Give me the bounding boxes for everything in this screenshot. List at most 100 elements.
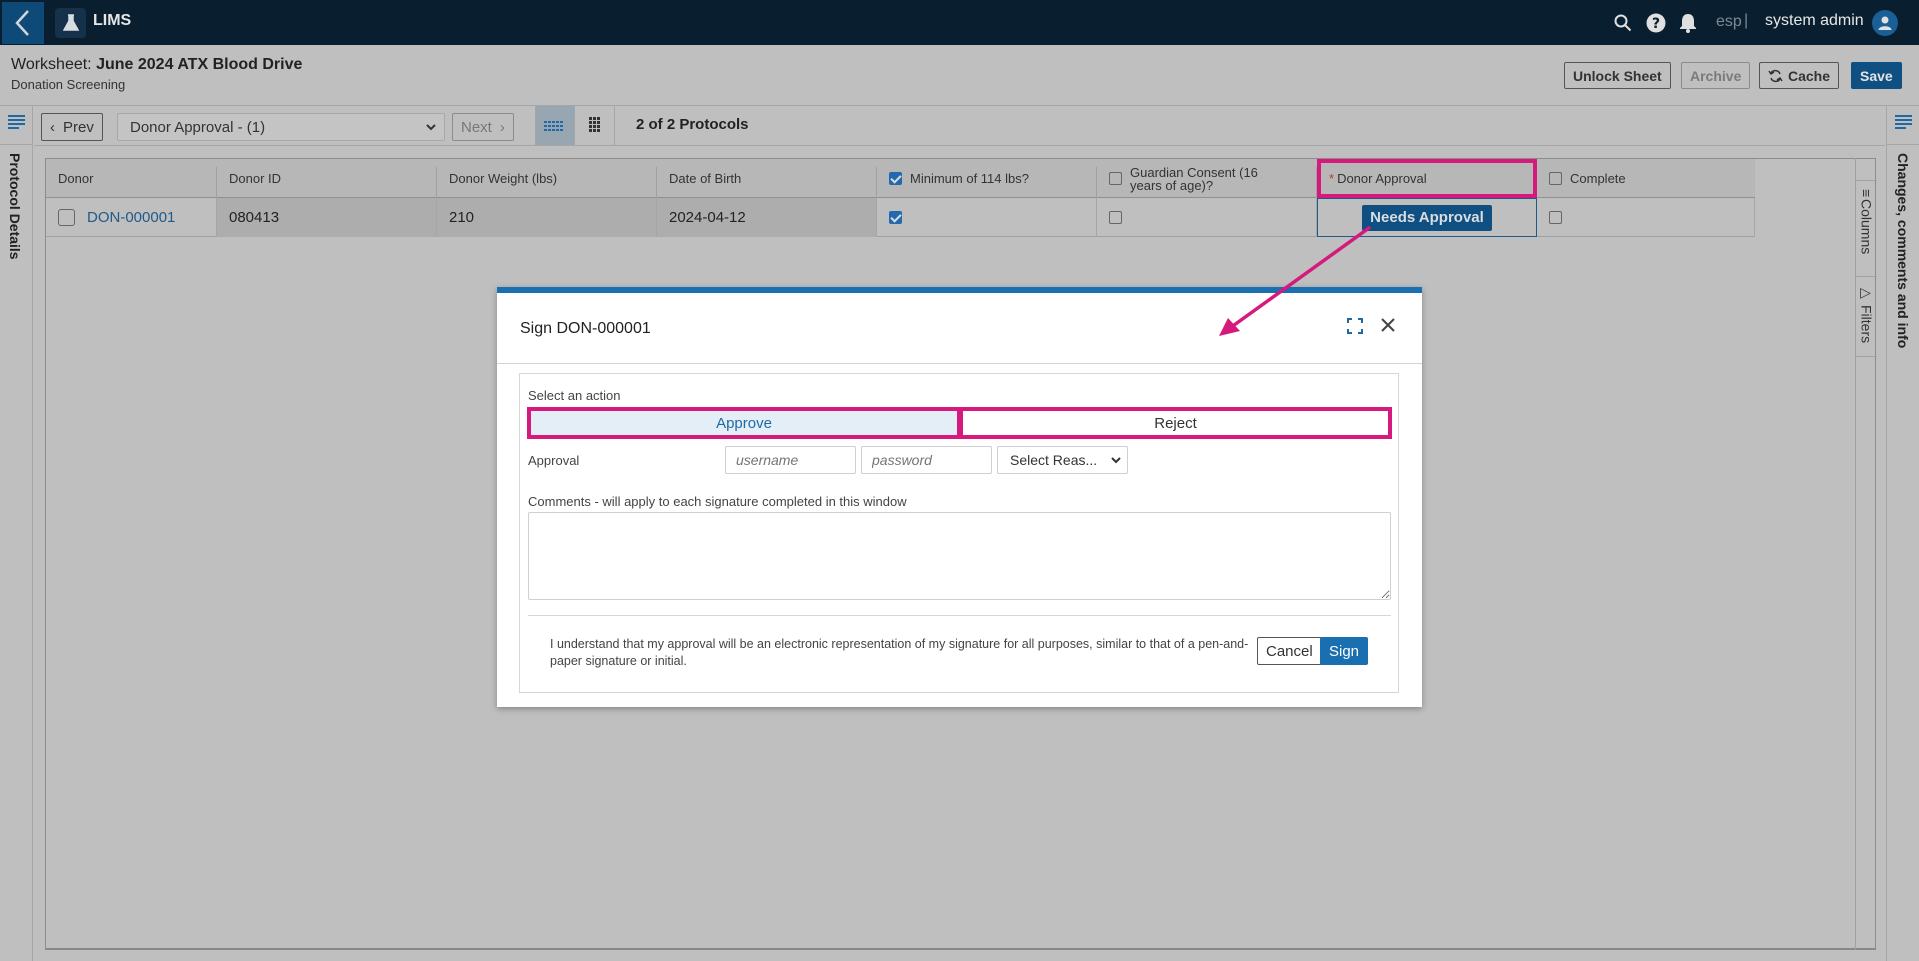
cancel-button[interactable]: Cancel bbox=[1257, 637, 1322, 665]
column-label: Complete bbox=[1570, 171, 1626, 186]
username-input[interactable] bbox=[725, 446, 856, 474]
bell-icon bbox=[1680, 14, 1696, 33]
grid-view-button[interactable] bbox=[535, 106, 575, 145]
minimum-114-checkbox[interactable] bbox=[889, 211, 902, 224]
protocol-details-rail: Protocol Details bbox=[0, 106, 33, 961]
column-header-donor[interactable]: Donor bbox=[46, 159, 216, 198]
prev-label: Prev bbox=[63, 118, 94, 136]
password-input[interactable] bbox=[861, 446, 992, 474]
unlock-sheet-button[interactable]: Unlock Sheet bbox=[1564, 62, 1671, 89]
column-header-dob[interactable]: Date of Birth bbox=[657, 159, 876, 198]
avatar[interactable] bbox=[1872, 10, 1898, 36]
page-title: Worksheet: June 2024 ATX Blood Drive bbox=[11, 56, 302, 74]
cell-donor-approval: Needs Approval bbox=[1317, 198, 1537, 237]
cell-complete bbox=[1537, 198, 1755, 237]
comments-label: Comments - will apply to each signature … bbox=[528, 494, 907, 509]
filters-tab[interactable]: ▷ Filters bbox=[1856, 276, 1877, 356]
reason-select[interactable]: Select Reas... bbox=[997, 446, 1128, 474]
signature-form: Select an action Approve Reject Approval… bbox=[519, 373, 1399, 693]
column-label: Guardian Consent (16 years of age)? bbox=[1130, 164, 1258, 193]
cell-donor-weight: 210 bbox=[437, 198, 657, 237]
form-divider bbox=[528, 615, 1391, 616]
back-button[interactable] bbox=[2, 2, 44, 44]
expand-icon[interactable] bbox=[1347, 318, 1363, 334]
cell-guardian-consent bbox=[1097, 198, 1317, 237]
chevron-left-icon: ‹ bbox=[50, 118, 55, 136]
complete-checkbox[interactable] bbox=[1549, 211, 1562, 224]
worksheet-label: Worksheet: bbox=[11, 56, 97, 73]
column-label: Donor Weight (lbs) bbox=[449, 171, 558, 186]
column-label: Donor bbox=[58, 171, 94, 186]
reason-select-value: Select Reas... bbox=[1010, 452, 1098, 468]
protocol-select[interactable]: Donor Approval - (1) bbox=[117, 113, 445, 141]
columns-tab[interactable]: ≡ Columns bbox=[1856, 180, 1877, 276]
archive-button[interactable]: Archive bbox=[1681, 62, 1751, 89]
next-button[interactable]: Next › bbox=[452, 113, 514, 141]
protocol-details-tab[interactable]: Protocol Details bbox=[7, 153, 23, 260]
columns-tab-label: Columns bbox=[1858, 199, 1875, 255]
svg-text:?: ? bbox=[1652, 16, 1660, 32]
chevron-down-icon bbox=[1111, 456, 1121, 463]
chevron-down-icon bbox=[426, 123, 436, 130]
app-title: LIMS bbox=[93, 12, 132, 29]
vertical-view-button[interactable] bbox=[575, 106, 615, 145]
side-tab-divider bbox=[1856, 356, 1877, 365]
worksheet-name: June 2024 ATX Blood Drive bbox=[96, 56, 303, 73]
approve-button[interactable]: Approve bbox=[527, 407, 961, 439]
menu-lines-icon[interactable] bbox=[8, 114, 26, 130]
search-button[interactable] bbox=[1612, 12, 1634, 34]
search-icon bbox=[1614, 14, 1632, 32]
sign-button[interactable]: Sign bbox=[1320, 637, 1369, 665]
column-header-complete[interactable]: Complete bbox=[1537, 159, 1755, 198]
refresh-icon bbox=[1768, 69, 1783, 82]
row-select-checkbox[interactable] bbox=[58, 209, 75, 226]
select-all-complete-checkbox[interactable] bbox=[1549, 172, 1562, 185]
next-label: Next bbox=[461, 118, 492, 136]
reject-button[interactable]: Reject bbox=[959, 407, 1392, 439]
comments-textarea[interactable] bbox=[528, 512, 1391, 600]
user-avatar-icon bbox=[1878, 16, 1892, 30]
vertical-grid-icon bbox=[588, 116, 600, 132]
dialog-title: Sign DON-000001 bbox=[520, 320, 651, 337]
highlight-annotation-header bbox=[1317, 159, 1537, 198]
guardian-consent-checkbox[interactable] bbox=[1109, 211, 1122, 224]
prev-button[interactable]: ‹ Prev bbox=[41, 113, 103, 141]
donor-link[interactable]: DON-000001 bbox=[87, 209, 175, 226]
dialog-divider bbox=[497, 363, 1422, 364]
column-header-guardian-consent[interactable]: Guardian Consent (16 years of age)? bbox=[1097, 159, 1316, 198]
grid-side-tabs: ≡ Columns ▷ Filters bbox=[1855, 158, 1877, 950]
user-name[interactable]: system admin bbox=[1765, 12, 1864, 30]
notifications-button[interactable] bbox=[1677, 12, 1699, 34]
menu-lines-icon[interactable] bbox=[1895, 114, 1913, 130]
changes-comments-info-tab[interactable]: Changes, comments and info bbox=[1895, 153, 1911, 348]
table-row: DON-000001 080413 210 2024-04-12 Needs A… bbox=[46, 198, 1755, 237]
protocol-count: 2 of 2 Protocols bbox=[636, 116, 749, 133]
column-header-donor-id[interactable]: Donor ID bbox=[217, 159, 436, 198]
needs-approval-button[interactable]: Needs Approval bbox=[1362, 204, 1492, 231]
cache-button-label: Cache bbox=[1788, 67, 1831, 84]
close-icon[interactable] bbox=[1380, 317, 1396, 333]
column-header-minimum-114[interactable]: Minimum of 114 lbs? bbox=[877, 159, 1096, 198]
chevron-right-icon: › bbox=[499, 118, 505, 136]
help-icon: ? bbox=[1646, 13, 1666, 33]
rail-divider bbox=[0, 144, 33, 145]
cache-button[interactable]: Cache bbox=[1759, 62, 1840, 89]
save-button[interactable]: Save bbox=[1851, 62, 1902, 89]
environment-label: esp bbox=[1716, 13, 1742, 30]
horizontal-grid-icon bbox=[544, 120, 563, 131]
column-header-donor-weight[interactable]: Donor Weight (lbs) bbox=[437, 159, 656, 198]
environment-separator: | bbox=[1744, 12, 1749, 29]
app-logo[interactable] bbox=[55, 8, 86, 38]
approval-label: Approval bbox=[528, 453, 580, 468]
cell-donor-id: 080413 bbox=[217, 198, 437, 237]
help-button[interactable]: ? bbox=[1645, 12, 1667, 34]
select-action-label: Select an action bbox=[528, 388, 621, 403]
select-all-minimum-checkbox[interactable] bbox=[889, 172, 902, 185]
column-label: Donor ID bbox=[229, 171, 282, 186]
columns-icon: ≡ bbox=[1858, 189, 1875, 198]
flask-icon bbox=[62, 14, 79, 31]
back-chevron-icon bbox=[15, 10, 29, 36]
filter-icon: ▷ bbox=[1858, 285, 1875, 301]
select-all-guardian-checkbox[interactable] bbox=[1109, 172, 1122, 185]
header-divider bbox=[0, 105, 1919, 106]
